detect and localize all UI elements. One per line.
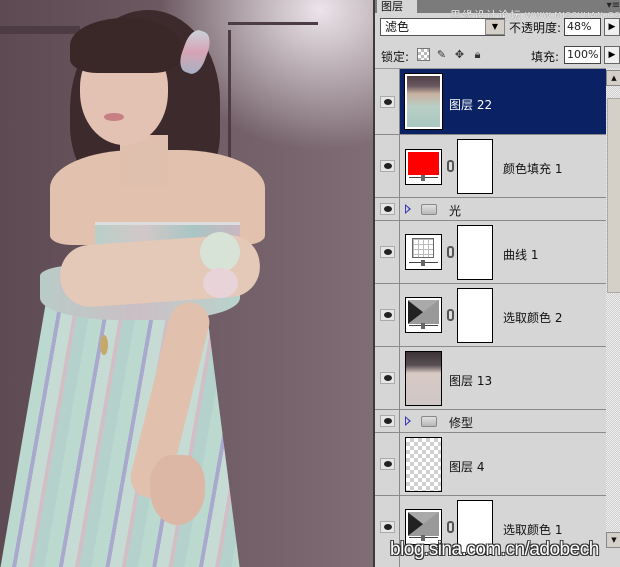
link-icon[interactable]: [447, 246, 454, 258]
color-fill-thumbnail: [405, 149, 442, 185]
layer-row[interactable]: 图层 13: [375, 347, 606, 410]
fill-input[interactable]: 100%: [564, 46, 601, 64]
link-icon[interactable]: [447, 309, 454, 321]
pendant: [100, 335, 108, 355]
scrunchie: [200, 232, 240, 272]
layer-name: 选取颜色 1: [503, 523, 563, 537]
eye-icon[interactable]: [380, 415, 395, 427]
group-name: 修型: [449, 416, 474, 430]
selective-color-icon: [408, 300, 439, 324]
opacity-input[interactable]: 48%: [564, 18, 601, 36]
layer-mask-thumbnail: [457, 288, 493, 343]
folder-icon: [421, 204, 437, 215]
selective-color-thumbnail: [405, 297, 442, 333]
hand: [150, 455, 205, 525]
layers-list: 图层 22 颜色填充 1 光 曲线 1 选取颜色 2 图层 13 修型 图层 4…: [375, 68, 606, 567]
fill-slider-button[interactable]: ▶: [604, 46, 620, 64]
curves-icon: [412, 238, 434, 258]
bangs: [70, 18, 180, 73]
layer-mask-thumbnail: [457, 225, 493, 280]
opacity-label: 不透明度:: [509, 21, 562, 35]
scroll-up-icon[interactable]: ▲: [606, 70, 620, 86]
scrunchie: [203, 268, 238, 298]
tab-layers[interactable]: 图层: [377, 0, 417, 14]
lock-label: 锁定:: [381, 50, 410, 64]
link-icon[interactable]: [447, 521, 454, 533]
expand-arrow-icon[interactable]: [405, 416, 411, 426]
slider-glyph: [409, 175, 438, 182]
eye-icon[interactable]: [380, 458, 395, 470]
layer-row[interactable]: 图层 22: [375, 69, 606, 135]
expand-arrow-icon[interactable]: [405, 204, 411, 214]
eye-icon[interactable]: [380, 160, 395, 172]
group-row[interactable]: 修型: [375, 410, 606, 433]
door-frame: [0, 26, 80, 34]
layer-name: 颜色填充 1: [503, 162, 563, 176]
eye-icon[interactable]: [380, 96, 395, 108]
curves-thumbnail: [405, 234, 442, 270]
layer-row[interactable]: 颜色填充 1: [375, 135, 606, 198]
door-frame: [228, 30, 231, 160]
eye-icon[interactable]: [380, 372, 395, 384]
lock-move-icon[interactable]: ✥: [453, 48, 466, 61]
chevron-down-icon[interactable]: ▼: [485, 19, 505, 35]
selective-color-icon: [408, 512, 439, 536]
layer-thumbnail: [404, 73, 443, 130]
layer-thumbnail: [405, 351, 442, 406]
layer-name: 选取颜色 2: [503, 311, 563, 325]
lips: [104, 113, 124, 121]
layers-panel: 图层 ▾≡ 思缘设计论坛 WWW.MISSYUAN.COM 滤色 ▼ 不透明度:…: [373, 0, 620, 567]
lock-transparent-icon[interactable]: [417, 48, 430, 61]
document-canvas[interactable]: [0, 0, 373, 567]
lock-paint-icon[interactable]: ✎: [435, 48, 448, 61]
group-row[interactable]: 光: [375, 198, 606, 221]
layer-row[interactable]: 曲线 1: [375, 221, 606, 284]
layer-mask-thumbnail: [457, 139, 493, 194]
scroll-thumb[interactable]: [607, 98, 620, 293]
link-icon[interactable]: [447, 160, 454, 172]
layers-scrollbar[interactable]: ▲ ▼: [606, 68, 620, 548]
eye-icon[interactable]: [380, 246, 395, 258]
fill-label: 填充:: [531, 50, 560, 64]
layer-name: 图层 22: [449, 98, 493, 112]
slider-glyph: [409, 260, 438, 267]
layer-name: 曲线 1: [503, 248, 539, 262]
folder-icon: [421, 416, 437, 427]
scroll-down-icon[interactable]: ▼: [606, 532, 620, 548]
door-frame: [228, 22, 318, 25]
layer-thumbnail: [405, 437, 442, 492]
layer-name: 图层 13: [449, 374, 493, 388]
slider-glyph: [409, 323, 438, 330]
layer-name: 图层 4: [449, 460, 485, 474]
group-name: 光: [449, 204, 462, 218]
opacity-slider-button[interactable]: ▶: [604, 18, 620, 36]
layer-row[interactable]: 选取颜色 2: [375, 284, 606, 347]
eye-icon[interactable]: [380, 203, 395, 215]
lock-all-icon[interactable]: 🔒︎: [471, 48, 484, 61]
eye-icon[interactable]: [380, 521, 395, 533]
footer-watermark: blog.sina.com.cn/adobech: [390, 539, 599, 560]
layer-row[interactable]: 图层 4: [375, 433, 606, 496]
fill-color-swatch: [408, 152, 439, 175]
eye-icon[interactable]: [380, 309, 395, 321]
